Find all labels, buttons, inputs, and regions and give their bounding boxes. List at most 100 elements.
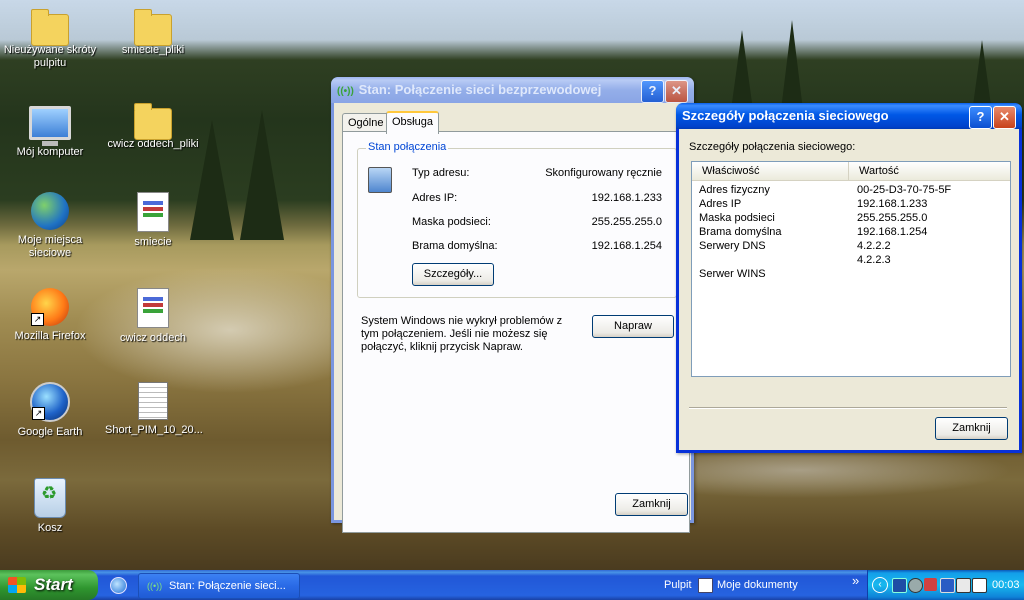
- list-item[interactable]: Brama domyślna 192.168.1.254: [692, 225, 1010, 239]
- value-cell: 00-25-D3-70-75-5F: [857, 184, 952, 196]
- subnet-mask-label: Maska podsieci:: [412, 216, 491, 228]
- ip-address-value: 192.168.1.233: [591, 192, 662, 204]
- details-window-titlebar[interactable]: Szczegóły połączenia sieciowego ? ✕: [676, 103, 1022, 129]
- folder-icon: [134, 103, 172, 140]
- taskbar-item-status-window[interactable]: ((•)) Stan: Połączenie sieci...: [138, 573, 300, 599]
- tray-expand-chevron-icon[interactable]: ‹: [872, 577, 888, 593]
- bluetooth-tray-icon[interactable]: [940, 578, 955, 593]
- shortcut-arrow-icon: ↗: [32, 407, 45, 420]
- column-header-value[interactable]: Wartość: [849, 162, 1009, 180]
- value-cell: 4.2.2.2: [857, 240, 891, 252]
- subnet-mask-value: 255.255.255.0: [591, 216, 662, 228]
- list-item[interactable]: 4.2.2.3: [692, 253, 1010, 267]
- tab-general[interactable]: Ogólne: [342, 113, 390, 132]
- toolbar-documents-link[interactable]: Moje dokumenty: [717, 573, 798, 597]
- close-button[interactable]: Zamknij: [935, 417, 1008, 440]
- desktop-icon-firefox[interactable]: ↗ Mozilla Firefox: [2, 288, 98, 343]
- folder-icon: [134, 9, 172, 46]
- desktop-icon-recycle-bin[interactable]: Kosz: [2, 478, 98, 535]
- system-tray: ‹ 00:03: [867, 570, 1024, 600]
- address-type-label: Typ adresu:: [412, 167, 470, 179]
- desktop-icon-cwicz-oddech-pliki[interactable]: cwicz oddech_pliki: [105, 102, 201, 151]
- desktop-icon-label: Kosz: [37, 522, 63, 534]
- property-cell: Brama domyślna: [699, 226, 782, 238]
- folder-icon: [31, 9, 69, 46]
- desktop-icon-label: Mój komputer: [16, 146, 84, 158]
- list-item[interactable]: Maska podsieci 255.255.255.0: [692, 211, 1010, 225]
- listview-header: Właściwość Wartość: [692, 162, 1010, 181]
- status-window-titlebar[interactable]: ((•)) Stan: Połączenie sieci bezprzewodo…: [331, 77, 694, 103]
- wireless-network-icon: ((•)): [337, 86, 354, 97]
- documents-icon: [698, 578, 713, 593]
- clock[interactable]: 00:03: [992, 570, 1020, 600]
- shortcut-arrow-icon: ↗: [31, 313, 44, 326]
- security-tray-icon[interactable]: [924, 578, 937, 591]
- toolbar-pulpit-link[interactable]: Pulpit: [664, 573, 692, 597]
- details-listview[interactable]: Właściwość Wartość Adres fizyczny 00-25-…: [691, 161, 1011, 377]
- google-earth-icon: ↗: [30, 382, 70, 422]
- value-cell: 255.255.255.0: [857, 212, 928, 224]
- repair-button[interactable]: Napraw: [592, 315, 674, 338]
- desktop-icon-label: Moje miejsca sieciowe: [17, 234, 83, 259]
- desktop-icon-smiecie-pliki[interactable]: smiecie_pliki: [105, 8, 201, 57]
- details-caption: Szczegóły połączenia sieciowego:: [689, 141, 856, 153]
- close-button[interactable]: Zamknij: [615, 493, 688, 516]
- details-button[interactable]: Szczegóły...: [412, 263, 494, 286]
- default-gateway-value: 192.168.1.254: [591, 240, 662, 252]
- tab-panel-support: Stan połączenia Typ adresu: Skonfigurowa…: [342, 131, 690, 533]
- taskbar: Start ((•)) Stan: Połączenie sieci... Pu…: [0, 570, 1024, 600]
- help-button[interactable]: ?: [969, 106, 992, 129]
- list-item[interactable]: Adres IP 192.168.1.233: [692, 197, 1010, 211]
- list-item[interactable]: Adres fizyczny 00-25-D3-70-75-5F: [692, 183, 1010, 197]
- desktop-icon-label: Mozilla Firefox: [14, 330, 86, 342]
- windows-logo-icon: [8, 577, 26, 593]
- firefox-icon: ↗: [31, 288, 69, 326]
- status-window-title: Stan: Połączenie sieci bezprzewodowej: [358, 82, 602, 97]
- group-title: Stan połączenia: [366, 141, 449, 153]
- display-tray-icon[interactable]: [972, 578, 987, 593]
- desktop: Nieużywane skróty pulpitu smiecie_pliki …: [0, 0, 1024, 570]
- html-document-icon: [137, 192, 169, 232]
- desktop-icon-google-earth[interactable]: ↗ Google Earth: [2, 382, 98, 439]
- desktop-icon-short-pim[interactable]: Short_PIM_10_20...: [105, 382, 203, 437]
- separator: [689, 407, 1007, 409]
- toolbar-chevron-button[interactable]: »: [852, 569, 859, 593]
- tab-support[interactable]: Obsługa: [386, 111, 439, 134]
- close-window-button[interactable]: ✕: [993, 106, 1016, 129]
- desktop-icon-my-computer[interactable]: Mój komputer: [2, 102, 98, 159]
- property-cell: Serwer WINS: [699, 268, 766, 280]
- desktop-icon-network-places[interactable]: Moje miejsca sieciowe: [2, 192, 98, 260]
- connection-status-group: Stan połączenia Typ adresu: Skonfigurowa…: [357, 141, 677, 298]
- list-item[interactable]: Serwery DNS 4.2.2.2: [692, 239, 1010, 253]
- desktop-icon-cwicz-oddech[interactable]: cwicz oddech: [105, 288, 201, 345]
- status-window: ((•)) Stan: Połączenie sieci bezprzewodo…: [331, 77, 694, 533]
- desktop-icon-smiecie[interactable]: smiecie: [105, 192, 201, 249]
- volume-tray-icon[interactable]: [908, 578, 923, 593]
- close-window-button[interactable]: ✕: [665, 80, 688, 103]
- ip-address-label: Adres IP:: [412, 192, 458, 204]
- property-cell: Serwery DNS: [699, 240, 766, 252]
- taskbar-item-label: Stan: Połączenie sieci...: [169, 580, 286, 592]
- value-cell: 192.168.1.254: [857, 226, 928, 238]
- network-places-icon: [31, 192, 69, 230]
- quick-launch-ie-icon[interactable]: [110, 577, 127, 594]
- property-cell: Adres fizyczny: [699, 184, 770, 196]
- help-button[interactable]: ?: [641, 80, 664, 103]
- desktop-icon-label: Google Earth: [17, 426, 83, 438]
- desktop-icon-unused-shortcuts[interactable]: Nieużywane skróty pulpitu: [2, 8, 98, 70]
- desktop-icon-label: Short_PIM_10_20...: [105, 424, 203, 436]
- my-computer-icon: [29, 106, 71, 146]
- desktop-icon-label: cwicz oddech: [119, 332, 187, 344]
- network-tray-icon[interactable]: [956, 578, 971, 593]
- start-button[interactable]: Start: [0, 570, 98, 600]
- recycle-bin-icon: [34, 478, 66, 518]
- start-label: Start: [34, 575, 73, 594]
- text-document-icon: [138, 382, 168, 420]
- list-item[interactable]: Serwer WINS: [692, 267, 1010, 281]
- repair-text: System Windows nie wykrył problemów z ty…: [361, 315, 563, 353]
- column-header-property[interactable]: Właściwość: [692, 162, 849, 180]
- address-type-value: Skonfigurowany ręcznie: [545, 167, 662, 179]
- details-window-title: Szczegóły połączenia sieciowego: [682, 108, 889, 123]
- wireless-tray-icon[interactable]: [892, 578, 907, 593]
- wireless-network-icon: ((•)): [147, 581, 163, 591]
